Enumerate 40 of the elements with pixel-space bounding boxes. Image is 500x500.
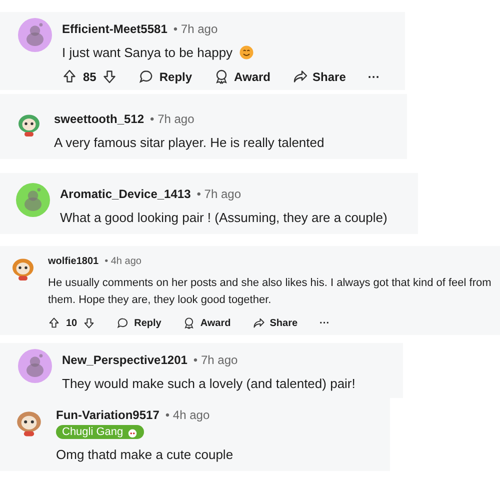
more-button[interactable]: ··· [368, 70, 380, 84]
username[interactable]: Aromatic_Device_1413 [60, 187, 191, 201]
user-flair: Chugli Gang [56, 425, 144, 439]
reply-button[interactable]: Reply [117, 317, 162, 329]
timestamp: • 4h ago [104, 256, 142, 267]
comment-text: He usually comments on her posts and she also likes his. I always got that kind of feel from them. Hope they are, they look good together. [48, 276, 492, 308]
comment-text: What a good looking pair ! (Assuming, they are a couple) [60, 209, 388, 226]
timestamp: • 7h ago [196, 187, 242, 201]
share-icon [292, 69, 308, 84]
speech-bubble-icon [117, 317, 130, 329]
comment-text: Omg thatd make a cute couple [56, 446, 234, 463]
ribbon-icon [214, 69, 230, 84]
comment-text: I just want Sanya to be happy [62, 44, 233, 61]
username[interactable]: sweettooth_512 [54, 112, 144, 126]
vote-count: 10 [66, 318, 78, 328]
timestamp: • 7h ago [173, 22, 218, 36]
upvote-icon[interactable] [48, 317, 60, 329]
username[interactable]: Efficient-Meet5581 [62, 22, 168, 36]
snoo-icon [127, 426, 138, 438]
timestamp: • 4h ago [165, 408, 210, 422]
award-button[interactable]: Award [183, 317, 231, 329]
username[interactable]: New_Perspective1201 [62, 353, 188, 367]
share-icon [252, 317, 265, 329]
share-button[interactable]: Share [252, 317, 298, 329]
comment-text: They would make such a lovely (and talented) pair! [62, 375, 356, 392]
share-button[interactable]: Share [292, 69, 346, 84]
downvote-icon[interactable] [83, 317, 96, 329]
speech-bubble-icon [139, 69, 154, 84]
more-button[interactable]: ··· [320, 318, 330, 328]
comment-text: A very famous sitar player. He is really talented [54, 134, 324, 151]
ribbon-icon [183, 317, 196, 329]
username[interactable]: wolfie1801 [48, 256, 99, 267]
reply-button[interactable]: Reply [139, 69, 192, 84]
vote-count: 85 [83, 70, 96, 84]
timestamp: • 7h ago [150, 112, 194, 126]
award-button[interactable]: Award [214, 69, 271, 84]
username[interactable]: Fun-Variation9517 [56, 408, 160, 422]
timestamp: • 7h ago [193, 353, 238, 367]
downvote-icon[interactable] [102, 69, 118, 84]
upvote-icon[interactable] [62, 69, 77, 84]
